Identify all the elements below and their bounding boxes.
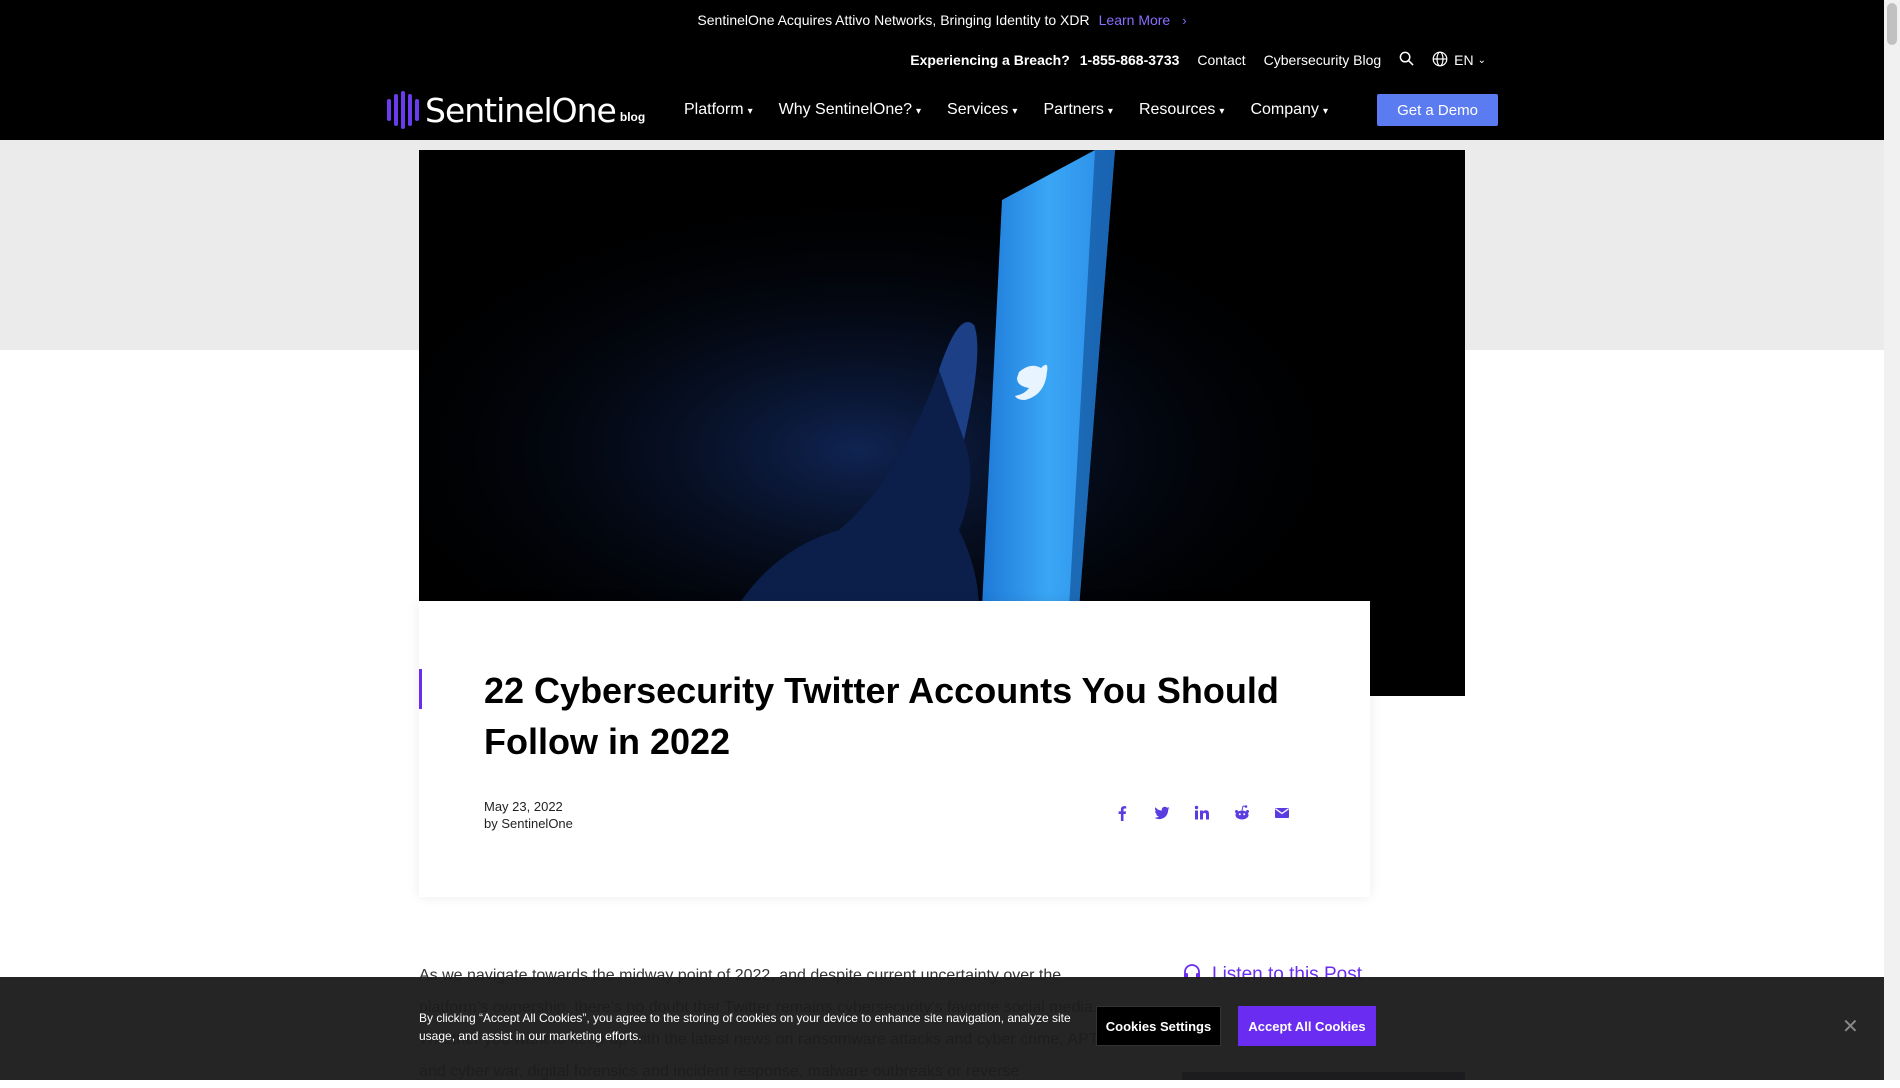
search-icon[interactable] [1399, 51, 1414, 69]
learn-more-link[interactable]: Learn More [1099, 12, 1171, 28]
twitter-icon[interactable] [1153, 804, 1171, 822]
article-title: 22 Cybersecurity Twitter Accounts You Sh… [484, 670, 1279, 762]
close-icon[interactable]: ✕ [1842, 1014, 1859, 1039]
nav-item-services[interactable]: Services ▾ [947, 101, 1017, 119]
email-icon[interactable] [1273, 804, 1291, 822]
announcement-bar: SentinelOne Acquires Attivo Networks, Br… [0, 0, 1884, 40]
get-a-demo-button[interactable]: Get a Demo [1377, 94, 1498, 126]
language-selector[interactable]: EN [1454, 52, 1473, 68]
linkedin-icon[interactable] [1193, 804, 1211, 822]
article-meta: May 23, 2022 by SentinelOne [484, 798, 573, 832]
site-logo[interactable]: SentinelOne blog [387, 90, 645, 130]
nav-item-platform[interactable]: Platform ▾ [684, 101, 753, 119]
contact-link[interactable]: Contact [1197, 52, 1245, 68]
cybersecurity-blog-link[interactable]: Cybersecurity Blog [1264, 52, 1382, 68]
chevron-right-icon[interactable]: › [1182, 13, 1186, 28]
facebook-icon[interactable] [1113, 804, 1131, 822]
cookie-consent-text: By clicking “Accept All Cookies”, you ag… [419, 1011, 1071, 1043]
nav-item-resources[interactable]: Resources ▾ [1139, 101, 1225, 119]
chevron-down-icon: ▾ [1219, 106, 1225, 117]
cookies-settings-button[interactable]: Cookies Settings [1096, 1006, 1221, 1046]
title-accent-bar [419, 669, 422, 709]
nav-item-why-sentinelone[interactable]: Why SentinelOne? ▾ [779, 101, 921, 119]
article-date: May 23, 2022 [484, 799, 563, 814]
globe-icon[interactable] [1432, 51, 1448, 70]
breach-label: Experiencing a Breach? [910, 52, 1070, 68]
chevron-down-icon: ▾ [1322, 106, 1328, 117]
share-buttons [1113, 804, 1291, 822]
scrollbar-thumb[interactable] [1887, 3, 1897, 45]
page-scrollbar[interactable] [1884, 0, 1900, 1080]
chevron-down-icon: ▾ [1107, 106, 1113, 117]
breach-phone-link[interactable]: 1-855-868-3733 [1080, 52, 1180, 68]
chevron-down-icon: ▾ [747, 106, 753, 117]
logo-wordmark: SentinelOne [425, 90, 617, 130]
main-nav: Platform ▾ Why SentinelOne? ▾ Services ▾ Pa… [684, 98, 1354, 122]
utility-nav: Experiencing a Breach? 1-855-868-3733 Co… [910, 50, 1486, 70]
chevron-down-icon: ▾ [1012, 106, 1018, 117]
logo-blog-label: blog [619, 110, 646, 124]
article-author[interactable]: by SentinelOne [484, 815, 573, 832]
accept-all-cookies-button[interactable]: Accept All Cookies [1238, 1006, 1376, 1046]
chevron-down-icon: ▾ [916, 106, 922, 117]
chevron-down-icon[interactable]: ⌄ [1478, 55, 1486, 66]
reddit-icon[interactable] [1233, 804, 1251, 822]
logo-mark-icon [387, 91, 419, 129]
nav-item-partners[interactable]: Partners ▾ [1043, 101, 1113, 119]
nav-item-company[interactable]: Company ▾ [1250, 101, 1328, 119]
site-header: SentinelOne Acquires Attivo Networks, Br… [0, 0, 1884, 140]
announcement-text: SentinelOne Acquires Attivo Networks, Br… [697, 12, 1090, 28]
